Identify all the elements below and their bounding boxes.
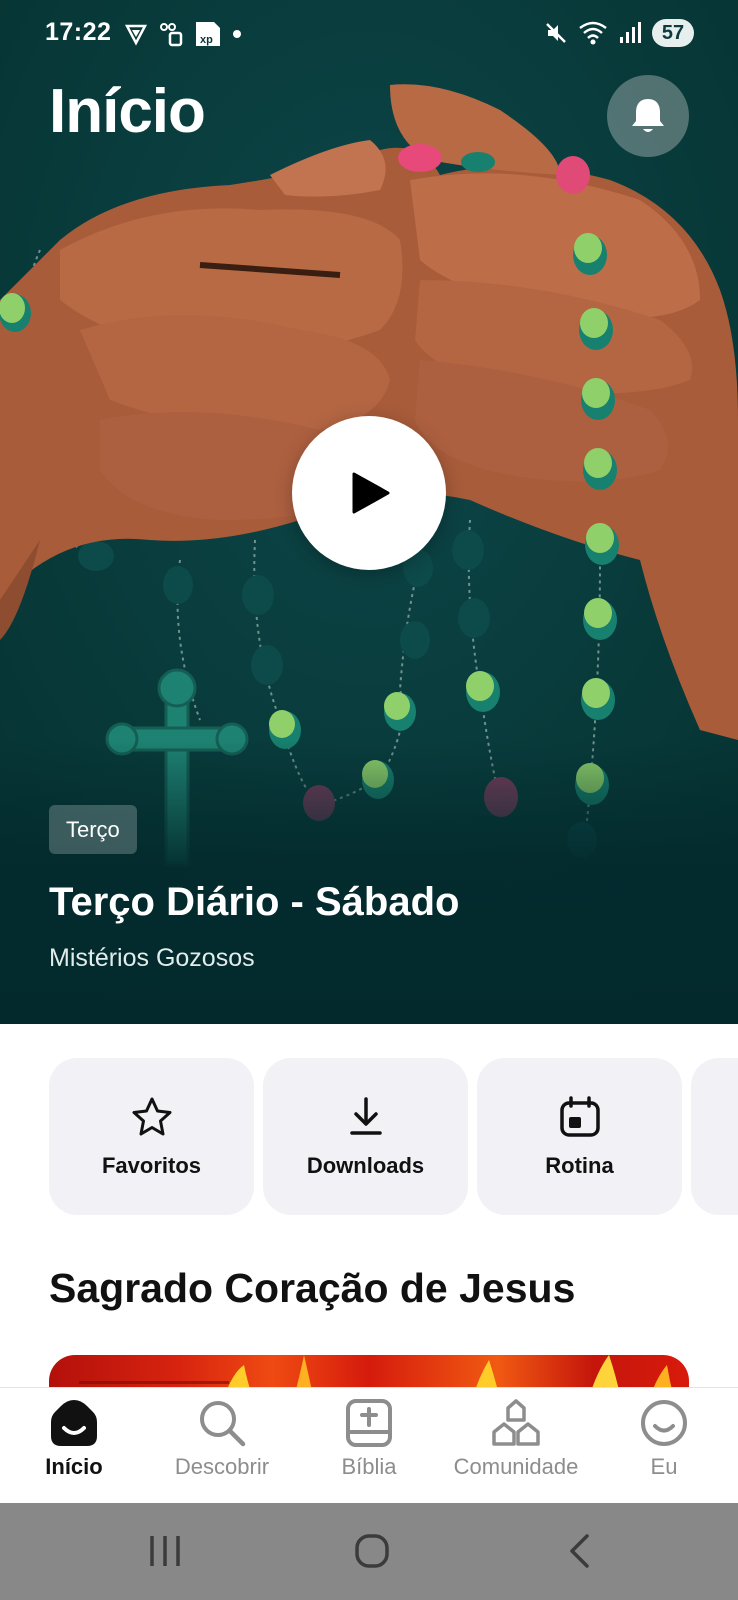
recent-apps-icon [150, 1536, 180, 1566]
hero-title: Terço Diário - Sábado [49, 880, 460, 924]
status-bar: 17:22 xp 57 [0, 0, 738, 68]
home-icon [51, 1400, 97, 1446]
nav-discover[interactable]: Descobrir [148, 1398, 296, 1498]
category-tag: Terço [49, 805, 137, 854]
hero-subtitle: Mistérios Gozosos [49, 944, 255, 972]
nav-discover-label: Descobrir [174, 1454, 270, 1479]
downloads-button[interactable]: Downloads [263, 1058, 468, 1215]
page-title: Início [49, 77, 206, 146]
notifications-button[interactable] [607, 75, 689, 157]
home-circle-icon [355, 1534, 389, 1568]
calendar-icon [559, 1095, 600, 1137]
nav-bible[interactable]: Bíblia [295, 1398, 443, 1498]
battery-icon: 57 [652, 19, 694, 47]
nav-community-label: Comunidade [453, 1454, 579, 1479]
nav-home[interactable]: Início [0, 1398, 148, 1498]
more-actions-card[interactable] [691, 1058, 738, 1215]
xp-app-icon: xp [196, 22, 220, 46]
back-button[interactable] [560, 1531, 600, 1571]
nav-bible-label: Bíblia [341, 1454, 397, 1479]
downloads-label: Downloads [306, 1152, 425, 1178]
back-icon [570, 1534, 589, 1568]
system-navigation-bar [0, 1503, 738, 1600]
favorites-button[interactable]: Favoritos [49, 1058, 254, 1215]
home-system-button[interactable] [352, 1531, 392, 1571]
favorites-label: Favoritos [101, 1152, 202, 1178]
status-time: 17:22 [45, 18, 112, 46]
nav-profile[interactable]: Eu [590, 1398, 738, 1498]
vpn-shield-icon [124, 24, 148, 46]
star-icon [132, 1097, 171, 1135]
mute-icon [546, 23, 566, 43]
search-icon [200, 1401, 246, 1447]
status-icons-right: 57 [544, 18, 694, 48]
routine-label: Rotina [545, 1152, 614, 1178]
community-icon [492, 1399, 540, 1446]
routine-button[interactable]: Rotina [477, 1058, 682, 1215]
nav-profile-label: Eu [650, 1454, 678, 1479]
nav-community[interactable]: Comunidade [442, 1398, 590, 1498]
recent-apps-button[interactable] [145, 1531, 185, 1571]
status-icons-left: xp [124, 20, 242, 48]
sim-card-icon [160, 23, 183, 47]
play-button[interactable] [292, 416, 446, 570]
bell-icon [632, 99, 664, 132]
profile-icon [641, 1400, 687, 1446]
section-title: Sagrado Coração de Jesus [49, 1265, 576, 1311]
nav-home-label: Início [45, 1454, 103, 1479]
notification-dot-icon [233, 30, 241, 38]
quick-actions-row: Favoritos Downloads Rotina [49, 1058, 738, 1215]
download-icon [349, 1096, 382, 1135]
bottom-navigation: Início Descobrir Bíblia Comunidade Eu [0, 1387, 738, 1503]
bible-icon [346, 1399, 392, 1447]
signal-icon [620, 22, 641, 43]
svg-text:xp: xp [200, 34, 213, 46]
wifi-icon [579, 21, 607, 45]
play-icon [352, 472, 390, 514]
hero-banner[interactable]: Terço Terço Diário - Sábado Mistérios Go… [0, 0, 738, 1024]
